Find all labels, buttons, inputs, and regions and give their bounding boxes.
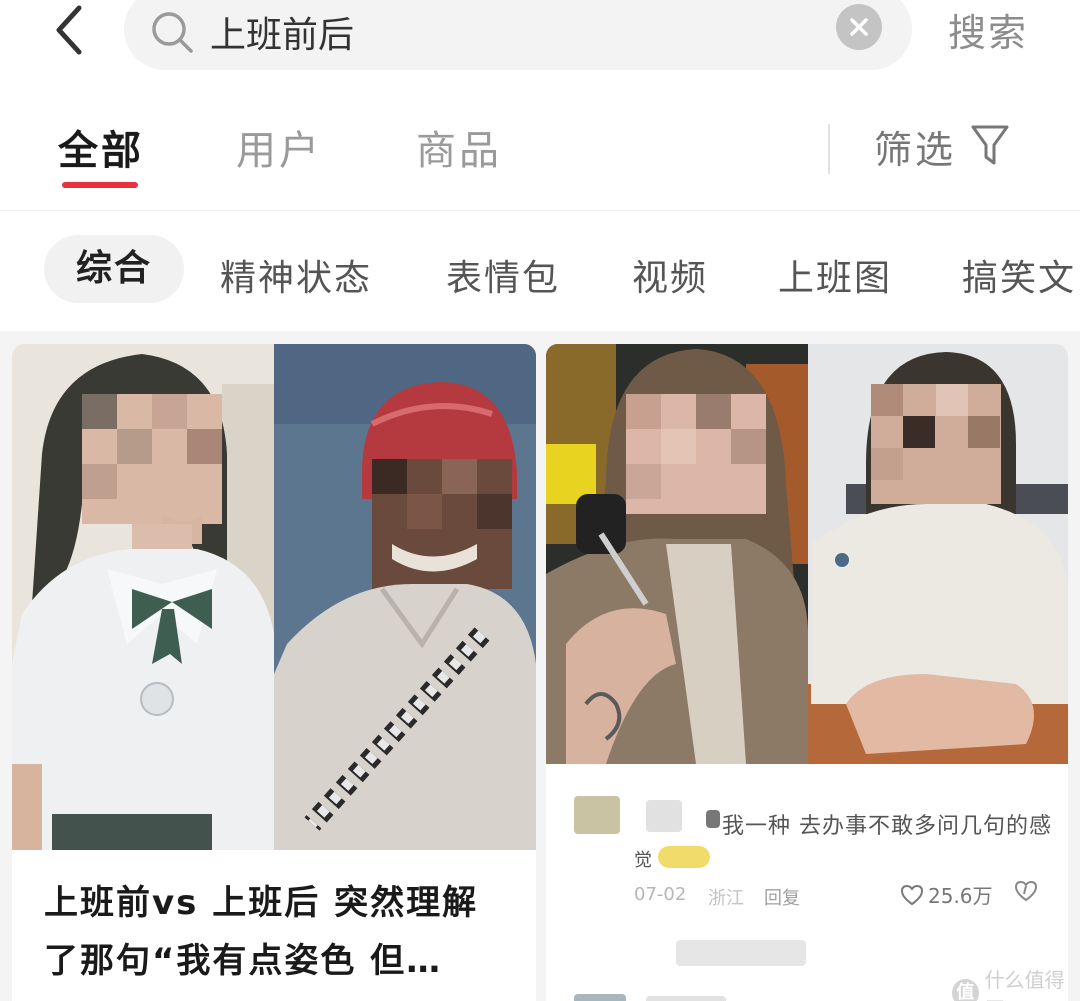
emoji-icon <box>658 846 710 868</box>
comment-region: 浙江 <box>708 888 744 909</box>
comment-text-continued: 觉 <box>634 850 652 871</box>
tab-users[interactable]: 用户 <box>236 118 322 176</box>
search-header: 搜索 <box>0 0 1080 88</box>
chip-funny-text[interactable]: 搞笑文 <box>962 249 1076 301</box>
close-icon <box>850 18 868 36</box>
chip-videos[interactable]: 视频 <box>632 249 708 301</box>
reply-link: 回复 <box>764 888 800 909</box>
tab-products[interactable]: 商品 <box>416 118 502 176</box>
chip-mental-state[interactable]: 精神状态 <box>220 249 372 301</box>
card-title-line: 上班前vs 上班后 突然理解 <box>44 883 479 923</box>
blurred-avatar <box>574 994 626 1001</box>
watermark-logo: 值 <box>952 979 979 1001</box>
watermark-text: 什么值得买 <box>984 968 1065 1001</box>
watermark: 值 什么值得买 <box>952 964 1080 1001</box>
search-input[interactable] <box>210 2 810 62</box>
tab-all[interactable]: 全部 <box>58 118 144 176</box>
filter-label: 筛选 <box>874 127 957 172</box>
chip-stickers[interactable]: 表情包 <box>446 249 560 301</box>
result-card[interactable]: 上班前vs 上班后 突然理解 了那句“我有点姿色 但… <box>12 344 536 1001</box>
card-title-line: 了那句“我有点姿色 但… <box>44 941 443 981</box>
search-box[interactable] <box>124 0 912 70</box>
blurred-username <box>646 800 682 832</box>
comment-text: 我一种 去办事不敢多问几句的感 <box>722 814 1052 839</box>
back-button[interactable] <box>36 0 100 60</box>
funnel-icon <box>971 125 1009 165</box>
clear-search-button[interactable] <box>836 4 882 50</box>
filter-button[interactable]: 筛选 <box>874 118 1010 174</box>
blurred-username <box>646 996 726 1001</box>
blurred-avatar <box>574 796 620 834</box>
heart-icon <box>900 884 924 905</box>
active-tab-indicator <box>62 182 138 188</box>
post-image <box>546 344 1068 764</box>
blurred-mark <box>706 810 720 828</box>
search-icon <box>152 12 193 53</box>
like-count: 25.6万 <box>900 880 993 909</box>
like-count-text: 25.6万 <box>928 884 993 908</box>
blurred-reply-row <box>676 940 806 966</box>
subcategory-chips: 综合 精神状态 表情包 视频 上班图 搞笑文 <box>0 210 1080 331</box>
search-results-screen: 搜索 全部 用户 商品 筛选 综合 精神状态 表情包 视频 上班图 搞笑文 <box>0 0 1080 1001</box>
chevron-left-icon <box>56 5 82 55</box>
comment-date: 07-02 <box>634 884 687 905</box>
tabs-divider <box>828 124 830 174</box>
post-image <box>12 344 536 850</box>
chip-work-images[interactable]: 上班图 <box>778 249 892 301</box>
result-card[interactable]: 我一种 去办事不敢多问几句的感 觉 07-02 浙江 回复 25.6万 <box>546 344 1068 1001</box>
chip-comprehensive[interactable]: 综合 <box>44 235 185 303</box>
dislike-icon <box>1014 880 1038 906</box>
result-type-tabs: 全部 用户 商品 筛选 <box>0 88 1080 210</box>
search-submit-button[interactable]: 搜索 <box>948 2 1028 58</box>
card-title: 上班前vs 上班后 突然理解 了那句“我有点姿色 但… <box>44 874 514 990</box>
